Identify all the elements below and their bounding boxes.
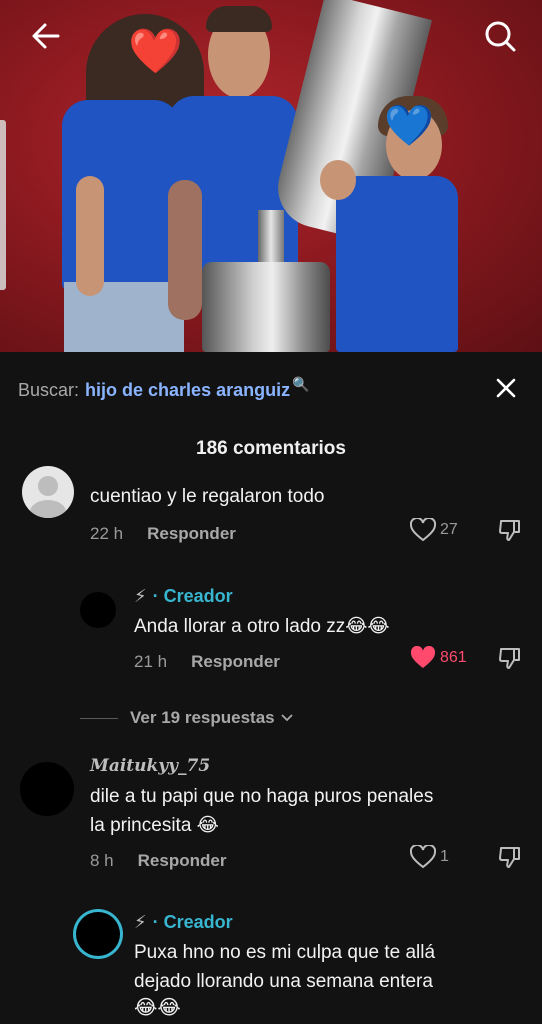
reply-button[interactable]: Responder <box>147 524 236 544</box>
creator-tag: ⚡ · Creador <box>134 586 233 607</box>
comment-time: 21 h <box>134 652 168 671</box>
dislike-button[interactable] <box>498 646 522 670</box>
like-button[interactable]: 861 <box>410 646 467 670</box>
back-button[interactable] <box>28 18 64 54</box>
comment-meta: 8 h Responder <box>90 851 226 871</box>
divider-line <box>80 717 118 719</box>
username[interactable]: Maitukyy_75 <box>90 756 210 776</box>
view-replies-button[interactable]: Ver 19 respuestas <box>80 708 295 728</box>
reply-button[interactable]: Responder <box>138 851 227 871</box>
search-icon <box>485 21 516 52</box>
like-button[interactable]: 1 <box>410 845 449 869</box>
heart-emoji-right: 💙 <box>384 104 434 148</box>
like-button[interactable]: 27 <box>410 518 458 542</box>
heart-filled-icon <box>410 646 436 668</box>
video-preview[interactable]: ❤️ 💙 <box>0 0 542 352</box>
creator-label: · Creador <box>152 912 233 932</box>
reply-button[interactable]: Responder <box>191 652 280 672</box>
search-button[interactable] <box>482 18 518 54</box>
comment-text-line: dejado llorando una semana entera <box>134 971 433 992</box>
comment-text-line: la princesita 😂 <box>90 815 219 836</box>
thumbs-down-icon <box>499 847 520 868</box>
comment-meta: 22 h Responder <box>90 524 236 544</box>
small-search-icon: 🔍 <box>292 375 310 392</box>
related-search[interactable]: Buscar: hijo de charles aranguiz 🔍 <box>18 375 310 402</box>
side-panel-handle[interactable] <box>0 120 6 290</box>
default-user-icon <box>30 476 66 518</box>
avatar[interactable] <box>22 466 74 518</box>
creator-tag: ⚡ · Creador <box>134 912 233 933</box>
comment-meta: 21 h Responder <box>134 652 280 672</box>
comment-text-line: 😂😂 <box>134 997 181 1019</box>
close-icon <box>496 378 516 398</box>
comment-text-line: dile a tu papi que no haga puros penales <box>90 786 434 807</box>
thumbs-down-icon <box>499 520 520 541</box>
dislike-button[interactable] <box>498 518 522 542</box>
avatar[interactable] <box>20 762 74 816</box>
like-count: 861 <box>440 649 467 666</box>
dislike-button[interactable] <box>498 845 522 869</box>
comment-text-line: Puxa hno no es mi culpa que te allá <box>134 942 436 963</box>
creator-label: · Creador <box>152 586 233 606</box>
close-button[interactable] <box>492 374 520 402</box>
thumbs-down-icon <box>499 648 520 669</box>
creator-avatar[interactable] <box>76 912 120 956</box>
lightning-icon: ⚡ <box>134 912 147 932</box>
heart-outline-icon <box>410 518 436 542</box>
search-query[interactable]: hijo de charles aranguiz <box>85 380 290 401</box>
comment-time: 8 h <box>90 851 114 870</box>
chevron-down-icon <box>280 714 293 722</box>
comment-time: 22 h <box>90 524 124 543</box>
like-count: 27 <box>440 521 458 538</box>
comments-count-title: 186 comentarios <box>196 438 346 459</box>
comment-text: cuentiao y le regalaron todo <box>90 486 325 507</box>
lightning-icon: ⚡ <box>134 586 147 606</box>
view-replies-label: Ver 19 respuestas <box>130 708 275 727</box>
like-count: 1 <box>440 848 449 865</box>
creator-avatar[interactable] <box>80 592 116 628</box>
heart-outline-icon <box>410 845 436 869</box>
heart-emoji-left: ❤️ <box>128 27 183 76</box>
comment-text: Anda llorar a otro lado zz😂😂 <box>134 616 390 637</box>
arrow-left-icon <box>32 23 60 49</box>
comments-sheet: Buscar: hijo de charles aranguiz 🔍 186 c… <box>0 352 542 1024</box>
search-label: Buscar: <box>18 379 80 400</box>
